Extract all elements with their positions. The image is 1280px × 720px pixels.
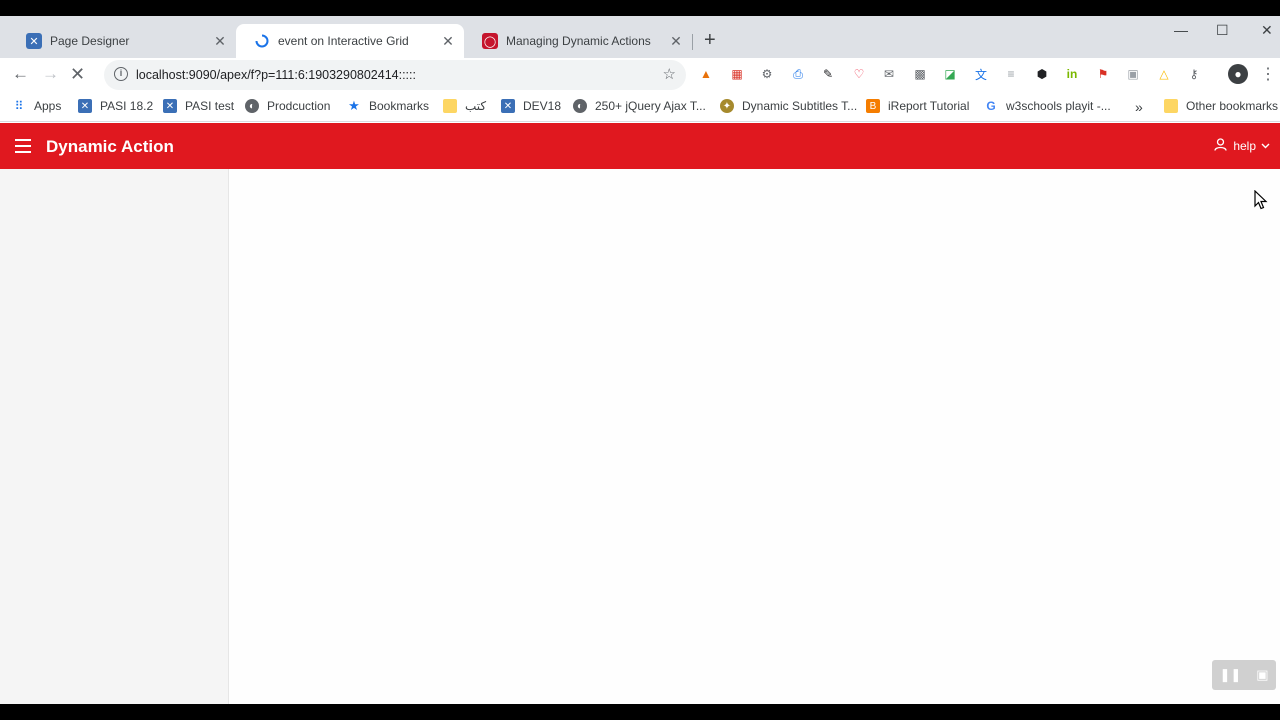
bookmark-label: Dynamic Subtitles T... bbox=[742, 99, 858, 113]
apex-icon: ✕ bbox=[163, 99, 177, 113]
bookmark-folder-books[interactable]: كتب bbox=[443, 99, 486, 113]
print-extension-icon[interactable]: ⎙ bbox=[790, 66, 806, 82]
bookmark-other-bookmarks[interactable]: Other bookmarks bbox=[1164, 99, 1278, 113]
badge-icon: ✦ bbox=[720, 99, 734, 113]
gear-extension-icon[interactable]: ⚙ bbox=[759, 66, 775, 82]
bookmark-star-icon[interactable]: ☆ bbox=[663, 65, 676, 83]
folder-icon bbox=[1164, 99, 1178, 113]
new-tab-button[interactable]: + bbox=[704, 30, 716, 50]
globe-icon: ◐ bbox=[573, 99, 587, 113]
wrench-extension-icon[interactable]: ✎ bbox=[820, 66, 836, 82]
bookmark-label: Bookmarks bbox=[369, 99, 430, 113]
tab-managing-dynamic-actions[interactable]: ◯ Managing Dynamic Actions ✕ bbox=[464, 24, 692, 58]
back-button[interactable]: ← bbox=[12, 64, 29, 84]
app-title[interactable]: Dynamic Action bbox=[46, 137, 174, 157]
bookmark-label: PASI 18.2 bbox=[100, 99, 154, 113]
calendar-extension-icon[interactable]: ▦ bbox=[729, 66, 745, 82]
minimize-button[interactable]: — bbox=[1174, 22, 1188, 38]
user-icon bbox=[1214, 138, 1227, 154]
grid-extension-icon[interactable]: ▩ bbox=[912, 66, 928, 82]
bookmark-label: Other bookmarks bbox=[1186, 99, 1279, 113]
close-window-button[interactable]: ✕ bbox=[1261, 22, 1273, 39]
screenshot-extension-icon[interactable]: ▣ bbox=[1125, 66, 1141, 82]
tab-title: Managing Dynamic Actions bbox=[506, 34, 651, 48]
bookmark-label: PASI test bbox=[185, 99, 235, 113]
bookmark-label: Apps bbox=[34, 99, 62, 113]
globe-icon: ◐ bbox=[245, 99, 259, 113]
chevron-down-icon bbox=[1261, 141, 1270, 152]
side-navigation bbox=[0, 169, 229, 704]
bookmarks-bar: ⠿ Apps ✕ PASI 18.2 ✕ PASI test ◐ Prodcuc… bbox=[0, 92, 1280, 122]
close-tab-icon[interactable]: ✕ bbox=[212, 33, 228, 50]
app-header: Dynamic Action help bbox=[0, 123, 1280, 169]
apex-icon: ✕ bbox=[501, 99, 515, 113]
mouse-cursor-icon bbox=[1254, 189, 1268, 215]
apex-icon: ✕ bbox=[78, 99, 92, 113]
main-content bbox=[229, 169, 1280, 704]
close-tab-icon[interactable]: ✕ bbox=[668, 33, 684, 50]
pause-icon[interactable]: ❚❚ bbox=[1219, 667, 1241, 683]
apex-app: Dynamic Action help bbox=[0, 123, 1280, 704]
extension-icon[interactable]: ▲ bbox=[698, 66, 714, 82]
oracle-icon: ◯ bbox=[482, 33, 498, 49]
bookmark-bookmarks[interactable]: ★ Bookmarks bbox=[347, 98, 430, 113]
flag-extension-icon[interactable]: ⚑ bbox=[1095, 66, 1111, 82]
bookmark-label: كتب bbox=[465, 99, 487, 113]
user-menu[interactable]: help bbox=[1214, 138, 1270, 154]
loading-spinner-icon bbox=[254, 33, 270, 49]
maps-extension-icon[interactable]: ◪ bbox=[942, 66, 958, 82]
linkedin-extension-icon[interactable]: in bbox=[1064, 66, 1080, 82]
tab-title: event on Interactive Grid bbox=[278, 34, 409, 48]
bookmarks-overflow-button[interactable]: » bbox=[1135, 99, 1143, 115]
pocket-extension-icon[interactable]: ♡ bbox=[851, 66, 867, 82]
menu-kebab-icon[interactable]: ⋮ bbox=[1260, 66, 1276, 83]
bookmark-dynamic-subtitles[interactable]: ✦ Dynamic Subtitles T... bbox=[720, 99, 857, 113]
tab-separator bbox=[692, 34, 693, 50]
profile-avatar[interactable]: ● bbox=[1228, 64, 1248, 84]
browser-toolbar: ← → ✕ i localhost:9090/apex/f?p=111:6:19… bbox=[0, 58, 1280, 92]
close-tab-icon[interactable]: ✕ bbox=[440, 33, 456, 50]
screen: ✕ Page Designer ✕ event on Interactive G… bbox=[0, 0, 1280, 720]
bookmark-label: iReport Tutorial bbox=[888, 99, 970, 113]
video-player-controls: ❚❚ ▣ bbox=[1212, 660, 1276, 690]
address-bar[interactable]: i localhost:9090/apex/f?p=111:6:19032908… bbox=[104, 60, 686, 90]
tab-strip: ✕ Page Designer ✕ event on Interactive G… bbox=[0, 16, 1280, 58]
key-extension-icon[interactable]: ⚷ bbox=[1186, 66, 1202, 82]
apex-icon: ✕ bbox=[26, 33, 42, 49]
translate-extension-icon[interactable]: 文 bbox=[973, 66, 989, 82]
maximize-button[interactable]: ☐ bbox=[1216, 22, 1229, 39]
bookmark-label: DEV18 bbox=[523, 99, 562, 113]
picture-in-picture-icon[interactable]: ▣ bbox=[1256, 667, 1268, 683]
bookmark-apps[interactable]: ⠿ Apps bbox=[12, 99, 62, 113]
list-extension-icon[interactable]: ≡ bbox=[1003, 66, 1019, 82]
bookmark-jquery-ajax[interactable]: ◐ 250+ jQuery Ajax T... bbox=[573, 99, 706, 113]
bookmark-dev18[interactable]: ✕ DEV18 bbox=[501, 99, 561, 113]
forward-button[interactable]: → bbox=[42, 64, 59, 84]
url-text: localhost:9090/apex/f?p=111:6:1903290802… bbox=[136, 68, 416, 82]
bookmark-pasi-18-2[interactable]: ✕ PASI 18.2 bbox=[78, 99, 153, 113]
shield-extension-icon[interactable]: ⬢ bbox=[1034, 66, 1050, 82]
user-name: help bbox=[1233, 139, 1256, 153]
info-icon[interactable]: i bbox=[114, 67, 128, 81]
tab-title: Page Designer bbox=[50, 34, 130, 48]
bookmark-w3schools-playit[interactable]: G w3schools playit -... bbox=[984, 99, 1111, 113]
drive-extension-icon[interactable]: △ bbox=[1156, 66, 1172, 82]
mail-extension-icon[interactable]: ✉ bbox=[881, 66, 897, 82]
folder-icon bbox=[443, 99, 457, 113]
bookmark-ireport-tutorial[interactable]: B iReport Tutorial bbox=[866, 99, 969, 113]
stop-loading-button[interactable]: ✕ bbox=[70, 64, 85, 85]
bookmark-label: w3schools playit -... bbox=[1006, 99, 1111, 113]
hamburger-menu-icon[interactable] bbox=[15, 139, 31, 153]
bookmark-pasi-test[interactable]: ✕ PASI test bbox=[163, 99, 234, 113]
tab-page-designer[interactable]: ✕ Page Designer ✕ bbox=[8, 24, 236, 58]
browser-chrome: ✕ Page Designer ✕ event on Interactive G… bbox=[0, 16, 1280, 123]
tab-event-on-interactive-grid[interactable]: event on Interactive Grid ✕ bbox=[236, 24, 464, 58]
blogger-icon: B bbox=[866, 99, 880, 113]
google-icon: G bbox=[986, 99, 996, 113]
bookmark-label: Prodcuction bbox=[267, 99, 331, 113]
bookmark-label: 250+ jQuery Ajax T... bbox=[595, 99, 706, 113]
bookmark-prodcuction[interactable]: ◐ Prodcuction bbox=[245, 99, 330, 113]
apps-grid-icon: ⠿ bbox=[14, 99, 24, 113]
star-icon: ★ bbox=[348, 98, 360, 113]
